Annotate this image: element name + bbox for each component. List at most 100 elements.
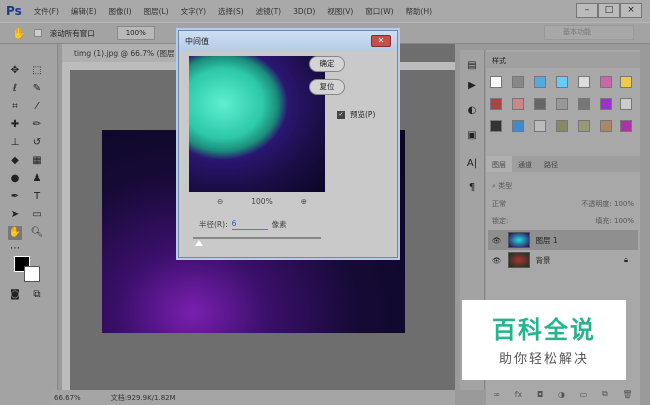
hand-tool-icon[interactable]: ✋ bbox=[12, 27, 26, 40]
zoom-in-icon[interactable]: ⊕ bbox=[301, 197, 307, 206]
fx-icon[interactable]: fx bbox=[515, 390, 523, 399]
path-select-icon[interactable]: ➤ bbox=[8, 208, 22, 222]
tab-paths[interactable]: 路径 bbox=[538, 156, 564, 172]
menu-file[interactable]: 文件(F) bbox=[34, 6, 59, 17]
background-color-swatch[interactable] bbox=[24, 266, 40, 282]
shape-tool-icon[interactable]: ▭ bbox=[30, 208, 44, 222]
menu-3d[interactable]: 3D(D) bbox=[293, 7, 315, 16]
history-icon[interactable]: ▤ bbox=[464, 60, 480, 71]
style-swatch[interactable] bbox=[534, 98, 546, 110]
gradient-tool-icon[interactable]: ▦ bbox=[30, 154, 44, 168]
radius-slider[interactable] bbox=[193, 237, 321, 239]
style-swatch[interactable] bbox=[512, 120, 524, 132]
style-swatch[interactable] bbox=[490, 120, 502, 132]
radius-input[interactable]: 6 bbox=[231, 219, 268, 230]
blend-mode-select[interactable]: 正常 bbox=[492, 199, 506, 208]
link-icon[interactable]: ∞ bbox=[493, 390, 500, 399]
lasso-tool-icon[interactable]: ℓ bbox=[8, 82, 22, 96]
layer-row[interactable]: 👁︎ 背景 🔒︎ bbox=[488, 250, 638, 270]
stamp-tool-icon[interactable]: ⊥ bbox=[8, 136, 22, 150]
style-swatch[interactable] bbox=[556, 98, 568, 110]
visibility-eye-icon[interactable]: 👁︎ bbox=[492, 236, 502, 245]
style-swatch[interactable] bbox=[620, 98, 632, 110]
close-button[interactable]: × bbox=[620, 3, 642, 18]
menu-select[interactable]: 选择(S) bbox=[218, 6, 244, 17]
style-swatch[interactable] bbox=[578, 76, 590, 88]
dialog-close-button[interactable]: ✕ bbox=[371, 35, 391, 47]
layer-row[interactable]: 👁︎ 图层 1 bbox=[488, 230, 638, 250]
style-swatch[interactable] bbox=[534, 76, 546, 88]
style-swatch[interactable] bbox=[600, 120, 612, 132]
style-swatch[interactable] bbox=[620, 76, 632, 88]
paragraph-icon[interactable]: ¶ bbox=[464, 182, 480, 193]
eyedropper-icon[interactable]: ⁄ bbox=[30, 100, 44, 114]
opacity-input[interactable]: 100% bbox=[614, 200, 634, 208]
layer-filter[interactable]: ⌕ 类型 bbox=[486, 177, 640, 193]
style-swatch[interactable] bbox=[512, 76, 524, 88]
reset-button[interactable]: 复位 bbox=[309, 79, 345, 95]
preview-checkbox[interactable]: ✓ 预览(P) bbox=[337, 109, 375, 120]
screen-mode-icon[interactable]: ⧉ bbox=[30, 288, 44, 302]
menu-window[interactable]: 窗口(W) bbox=[365, 6, 393, 17]
styles-tab[interactable]: 样式 bbox=[486, 52, 640, 68]
zoom-out-icon[interactable]: ⊖ bbox=[217, 197, 223, 206]
mask-icon[interactable]: ◘ bbox=[537, 390, 543, 399]
visibility-eye-icon[interactable]: 👁︎ bbox=[492, 256, 502, 265]
menu-type[interactable]: 文字(Y) bbox=[181, 6, 206, 17]
style-swatch[interactable] bbox=[620, 120, 632, 132]
style-swatch[interactable] bbox=[556, 76, 568, 88]
hand-tool-icon[interactable]: ✋ bbox=[8, 226, 22, 240]
dodge-tool-icon[interactable]: ♟ bbox=[30, 172, 44, 186]
move-tool-icon[interactable]: ✥ bbox=[8, 64, 22, 78]
tab-channels[interactable]: 通道 bbox=[512, 156, 538, 172]
scroll-all-checkbox[interactable] bbox=[33, 29, 42, 37]
style-swatch[interactable] bbox=[600, 76, 612, 88]
new-layer-icon[interactable]: ⧉ bbox=[602, 389, 608, 399]
menu-edit[interactable]: 编辑(E) bbox=[71, 6, 97, 17]
style-swatch[interactable] bbox=[578, 98, 590, 110]
actions-icon[interactable]: ▶ bbox=[464, 80, 480, 91]
style-swatch[interactable] bbox=[490, 76, 502, 88]
quick-select-icon[interactable]: ✎ bbox=[30, 82, 44, 96]
menu-filter[interactable]: 滤镜(T) bbox=[256, 6, 281, 17]
menu-view[interactable]: 视图(V) bbox=[327, 6, 353, 17]
group-folder-icon[interactable]: ▭ bbox=[580, 390, 588, 399]
healing-brush-icon[interactable]: ✚ bbox=[8, 118, 22, 132]
zoom-100-button[interactable]: 100% bbox=[116, 26, 155, 40]
menu-help[interactable]: 帮助(H) bbox=[406, 6, 433, 17]
workspace-select[interactable]: 基本功能 bbox=[544, 25, 634, 40]
marquee-tool-icon[interactable]: ⬚ bbox=[30, 64, 44, 78]
maximize-button[interactable]: □ bbox=[598, 3, 620, 18]
menu-image[interactable]: 图像(I) bbox=[109, 6, 132, 17]
adjustments-icon[interactable]: ◐ bbox=[464, 105, 480, 116]
pen-tool-icon[interactable]: ✒ bbox=[8, 190, 22, 204]
history-brush-icon[interactable]: ↺ bbox=[30, 136, 44, 150]
filter-kind[interactable]: 类型 bbox=[498, 182, 512, 190]
ok-button[interactable]: 确定 bbox=[309, 56, 345, 72]
zoom-readout[interactable]: 66.67% bbox=[54, 394, 81, 402]
style-swatch[interactable] bbox=[578, 120, 590, 132]
minimize-button[interactable]: – bbox=[576, 3, 598, 18]
style-swatch[interactable] bbox=[556, 120, 568, 132]
style-swatch[interactable] bbox=[534, 120, 546, 132]
eraser-tool-icon[interactable]: ◆ bbox=[8, 154, 22, 168]
more-tools-icon[interactable]: ⋯ bbox=[8, 242, 22, 256]
style-swatch[interactable] bbox=[512, 98, 524, 110]
blur-tool-icon[interactable]: ● bbox=[8, 172, 22, 186]
trash-icon[interactable]: 🗑︎ bbox=[622, 390, 632, 399]
filter-preview[interactable] bbox=[189, 56, 325, 192]
quick-mask-icon[interactable]: ◙ bbox=[8, 288, 22, 302]
zoom-tool-icon[interactable]: 🔍︎ bbox=[30, 226, 44, 240]
adjustment-layer-icon[interactable]: ◑ bbox=[558, 390, 565, 399]
fill-input[interactable]: 100% bbox=[614, 217, 634, 225]
slider-thumb[interactable] bbox=[195, 240, 203, 246]
character-icon[interactable]: A| bbox=[464, 158, 480, 169]
type-tool-icon[interactable]: T bbox=[30, 190, 44, 204]
crop-tool-icon[interactable]: ⌗ bbox=[8, 100, 22, 114]
properties-icon[interactable]: ▣ bbox=[464, 130, 480, 141]
style-swatch[interactable] bbox=[600, 98, 612, 110]
style-swatch[interactable] bbox=[490, 98, 502, 110]
brush-tool-icon[interactable]: ✏ bbox=[30, 118, 44, 132]
tab-layers[interactable]: 图层 bbox=[486, 156, 512, 172]
menu-layer[interactable]: 图层(L) bbox=[144, 6, 169, 17]
